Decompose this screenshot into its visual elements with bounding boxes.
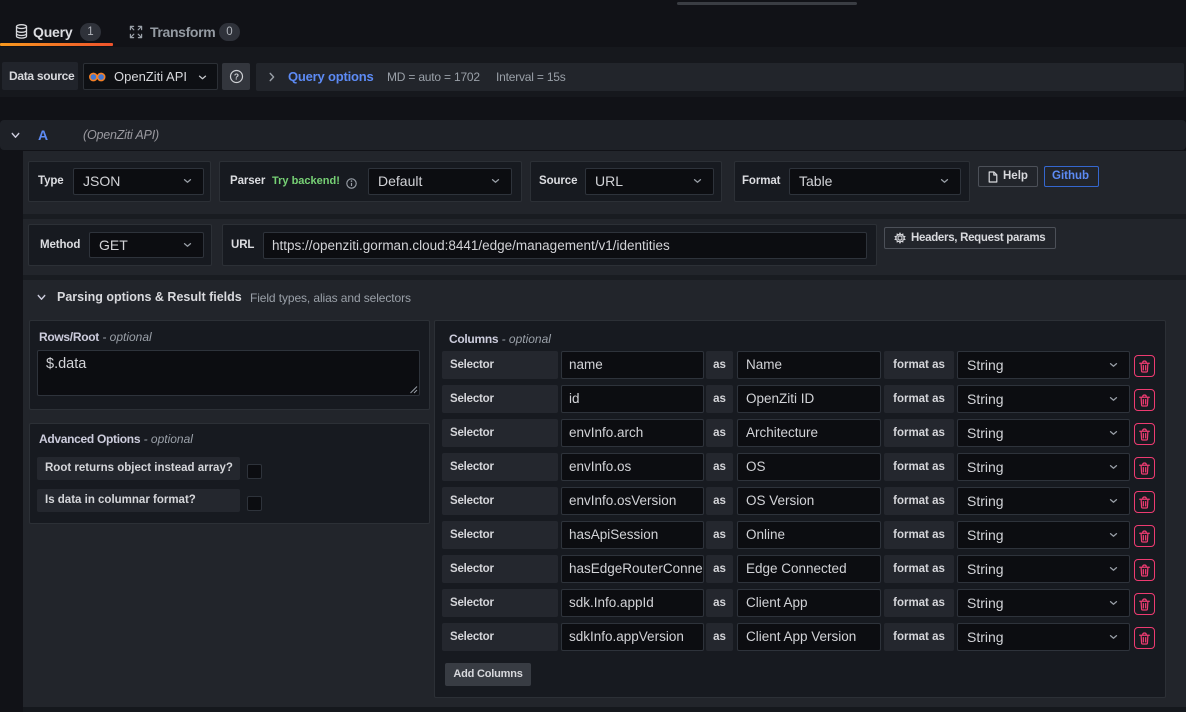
svg-text:?: ?	[234, 71, 239, 81]
